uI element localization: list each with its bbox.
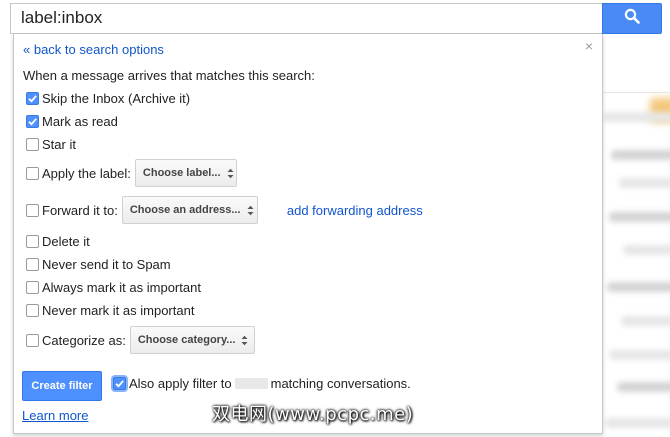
select-arrows-icon [247, 205, 254, 216]
forward-it-label: Forward it to: [42, 202, 118, 218]
background-row [607, 282, 670, 292]
choose-address-select[interactable]: Choose an address... [121, 196, 258, 224]
categorize-checkbox[interactable] [26, 333, 39, 347]
close-icon[interactable]: × [583, 39, 595, 53]
apply-label-label: Apply the label: [42, 165, 131, 181]
always-important-label: Always mark it as important [42, 280, 201, 295]
background-row [611, 150, 670, 160]
background-row [617, 382, 670, 392]
watermark-text: 双电网(www.pcpc.me) [212, 404, 414, 425]
option-forward-it[interactable]: Forward it to: Choose an address... add … [26, 196, 423, 224]
option-always-important[interactable]: Always mark it as important [26, 280, 201, 295]
option-never-important[interactable]: Never mark it as important [26, 303, 194, 318]
search-button[interactable] [602, 3, 662, 34]
star-it-checkbox[interactable] [26, 138, 39, 151]
choose-label-select[interactable]: Choose label... [134, 159, 237, 187]
never-important-label: Never mark it as important [42, 303, 195, 318]
never-important-checkbox[interactable] [26, 304, 39, 317]
background-row [609, 350, 670, 360]
option-skip-inbox[interactable]: Skip the Inbox (Archive it) [26, 91, 190, 106]
background-row [609, 212, 670, 222]
redacted-count [234, 378, 268, 389]
star-it-label: Star it [42, 137, 76, 152]
create-filter-button[interactable]: Create filter [22, 371, 102, 401]
also-apply-checkbox[interactable] [113, 377, 126, 390]
choose-label-select-value: Choose label... [142, 167, 221, 179]
categorize-label: Categorize as: [42, 332, 126, 348]
background-row [605, 418, 670, 428]
forward-it-checkbox[interactable] [26, 203, 39, 217]
option-categorize[interactable]: Categorize as: Choose category... [26, 326, 255, 354]
background-row [623, 245, 670, 255]
back-to-search-options-link[interactable]: « back to search options [23, 42, 164, 57]
mark-as-read-label: Mark as read [42, 114, 118, 129]
background-row [619, 178, 670, 188]
learn-more-link[interactable]: Learn more [22, 408, 88, 423]
option-mark-as-read[interactable]: Mark as read [26, 114, 118, 129]
never-spam-checkbox[interactable] [26, 258, 39, 271]
add-forwarding-address-link[interactable]: add forwarding address [287, 203, 423, 218]
choose-address-select-value: Choose an address... [129, 204, 241, 216]
choose-category-select-value: Choose category... [137, 334, 236, 346]
select-arrows-icon [227, 168, 234, 179]
background-row [603, 112, 670, 122]
apply-label-checkbox[interactable] [26, 166, 39, 180]
option-never-spam[interactable]: Never send it to Spam [26, 257, 171, 272]
mark-as-read-checkbox[interactable] [26, 115, 39, 128]
choose-category-select[interactable]: Choose category... [129, 326, 255, 354]
delete-it-label: Delete it [42, 234, 90, 249]
skip-inbox-label: Skip the Inbox (Archive it) [42, 91, 191, 106]
create-filter-panel: « back to search options × When a messag… [13, 34, 603, 434]
option-apply-label[interactable]: Apply the label: Choose label... [26, 159, 237, 187]
select-arrows-icon [241, 335, 248, 346]
background-message-list [603, 0, 670, 437]
also-apply-label-end: matching conversations. [270, 376, 411, 391]
skip-inbox-checkbox[interactable] [26, 92, 39, 105]
divider [603, 92, 670, 93]
option-star-it[interactable]: Star it [26, 137, 76, 152]
also-apply-option[interactable]: Also apply filter to matching conversati… [113, 376, 411, 391]
also-apply-label-start: Also apply filter to [129, 376, 232, 391]
search-input[interactable]: label:inbox [10, 3, 603, 34]
delete-it-checkbox[interactable] [26, 235, 39, 248]
never-spam-label: Never send it to Spam [42, 257, 171, 272]
search-query-text[interactable]: label:inbox [21, 8, 102, 28]
background-row [621, 316, 670, 326]
search-icon [624, 8, 640, 29]
option-delete-it[interactable]: Delete it [26, 234, 90, 249]
always-important-checkbox[interactable] [26, 281, 39, 294]
filter-intro-text: When a message arrives that matches this… [23, 68, 315, 83]
